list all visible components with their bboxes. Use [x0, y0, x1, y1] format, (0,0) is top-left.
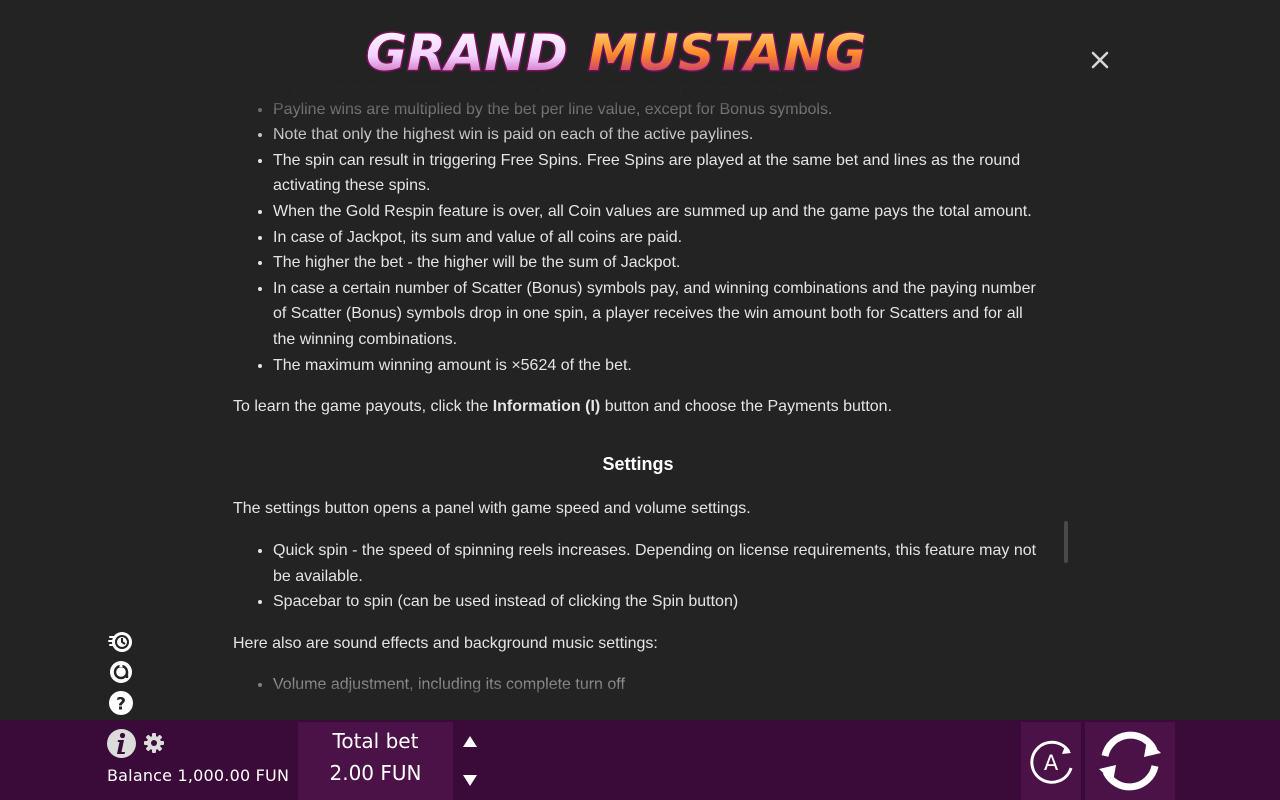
- rules-content[interactable]: Payline wins are multiplied by the bet p…: [0, 84, 1280, 720]
- autoplay-icon: [110, 661, 132, 683]
- rules-item: When the Gold Respin feature is over, al…: [273, 199, 1043, 225]
- settings-list: Quick spin - the speed of spinning reels…: [233, 538, 1043, 615]
- close-button[interactable]: [1086, 46, 1114, 74]
- total-bet-label: Total bet: [332, 729, 419, 753]
- bet-decrease-button[interactable]: [462, 772, 478, 788]
- help-button[interactable]: ?: [108, 690, 134, 716]
- rules-item-partial: Payline wins are multiplied by the bet p…: [273, 84, 1043, 97]
- sound-item: Volume adjustment, including its complet…: [273, 672, 1043, 698]
- rules-item: Note that only the highest win is paid o…: [273, 122, 1043, 148]
- help-icon: ?: [109, 691, 133, 715]
- settings-heading: Settings: [602, 453, 674, 474]
- payouts-text-suffix: button and choose the Payments button.: [600, 398, 893, 416]
- rules-item: Payline wins are multiplied by the bet p…: [273, 97, 1043, 123]
- sound-intro: Here also are sound effects and backgrou…: [233, 634, 658, 652]
- settings-intro: The settings button opens a panel with g…: [233, 500, 751, 518]
- rules-item: The maximum winning amount is ×5624 of t…: [273, 353, 1043, 379]
- rules-list: Payline wins are multiplied by the bet p…: [233, 84, 1043, 378]
- autoplay-label: A: [1044, 751, 1059, 775]
- close-icon: [1091, 51, 1109, 69]
- settings-button[interactable]: [143, 732, 165, 754]
- settings-item: Quick spin - the speed of spinning reels…: [273, 538, 1043, 589]
- info-button[interactable]: [106, 728, 137, 759]
- game-logo: GRAND MUSTANG: [360, 14, 920, 86]
- balance-display: Balance 1,000.00 FUN: [107, 766, 290, 785]
- autoplay-button-icon: A: [1030, 740, 1073, 784]
- information-button-ref: Information (I): [492, 398, 601, 416]
- bet-adjust: [454, 722, 486, 800]
- spin-icon: [1099, 731, 1161, 791]
- scrollbar-thumb[interactable]: [1064, 521, 1068, 563]
- arrow-down-icon: [463, 775, 477, 786]
- payouts-text: To learn the game payouts, click the: [233, 398, 493, 416]
- svg-text:?: ?: [116, 695, 126, 715]
- arrow-up-icon: [463, 736, 477, 747]
- spin-button[interactable]: [1085, 722, 1175, 800]
- settings-item: Spacebar to spin (can be used instead of…: [273, 589, 1043, 615]
- quick-spin-button[interactable]: [108, 628, 134, 654]
- total-bet-panel: Total bet 2.00 FUN: [298, 722, 453, 800]
- gear-icon: [144, 733, 164, 753]
- info-icon: [107, 729, 136, 758]
- rules-item: The spin can result in triggering Free S…: [273, 148, 1043, 199]
- bet-increase-button[interactable]: [462, 734, 478, 750]
- game-rules-screen: GRAND MUSTANG Payline wins are multiplie…: [0, 0, 1280, 800]
- logo-text-mustang: MUSTANG: [588, 24, 866, 82]
- rules-item: In case a certain number of Scatter (Bon…: [273, 276, 1043, 353]
- total-bet-value: 2.00 FUN: [329, 761, 422, 785]
- rules-item: The higher the bet - the higher will be …: [273, 250, 1043, 276]
- rules-item: In case of Jackpot, its sum and value of…: [273, 225, 1043, 251]
- logo-text-grand: GRAND: [366, 24, 568, 82]
- quick-spin-icon: [108, 632, 132, 652]
- autoplay-settings-button[interactable]: [108, 659, 134, 685]
- autoplay-button[interactable]: A: [1021, 722, 1081, 800]
- sound-list: Volume adjustment, including its complet…: [233, 672, 1043, 698]
- payouts-paragraph: To learn the game payouts, click the Inf…: [233, 394, 1043, 420]
